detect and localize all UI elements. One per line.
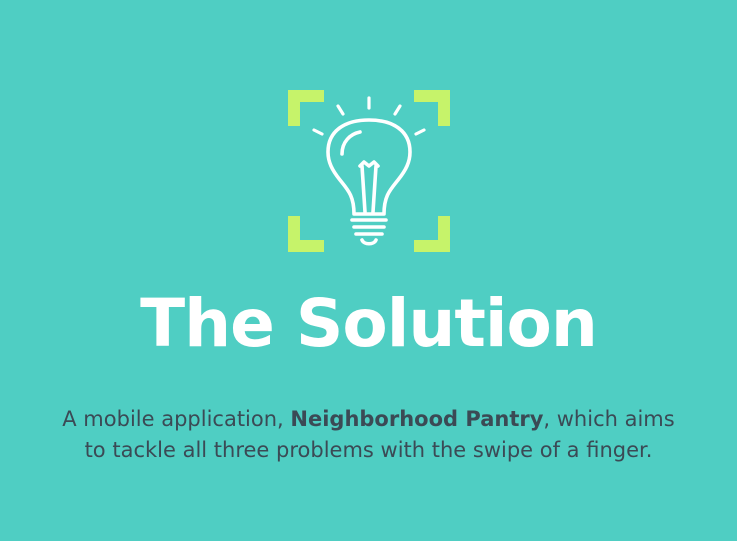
frame-corner-bottom-right <box>414 216 450 252</box>
solution-slide: The Solution A mobile application, Neigh… <box>0 0 737 541</box>
lightbulb-icon <box>288 90 450 252</box>
app-name: Neighborhood Pantry <box>290 407 544 431</box>
light-rays-icon <box>312 96 426 136</box>
frame-corner-top-left <box>288 90 324 126</box>
lightbulb-icon-group <box>284 86 454 256</box>
description-prefix: A mobile application, <box>62 407 291 431</box>
frame-corner-top-right <box>414 90 450 126</box>
bulb-icon <box>326 118 412 246</box>
slide-title: The Solution <box>140 285 598 362</box>
slide-description: A mobile application, Neighborhood Pantr… <box>60 404 677 466</box>
frame-corner-bottom-left <box>288 216 324 252</box>
